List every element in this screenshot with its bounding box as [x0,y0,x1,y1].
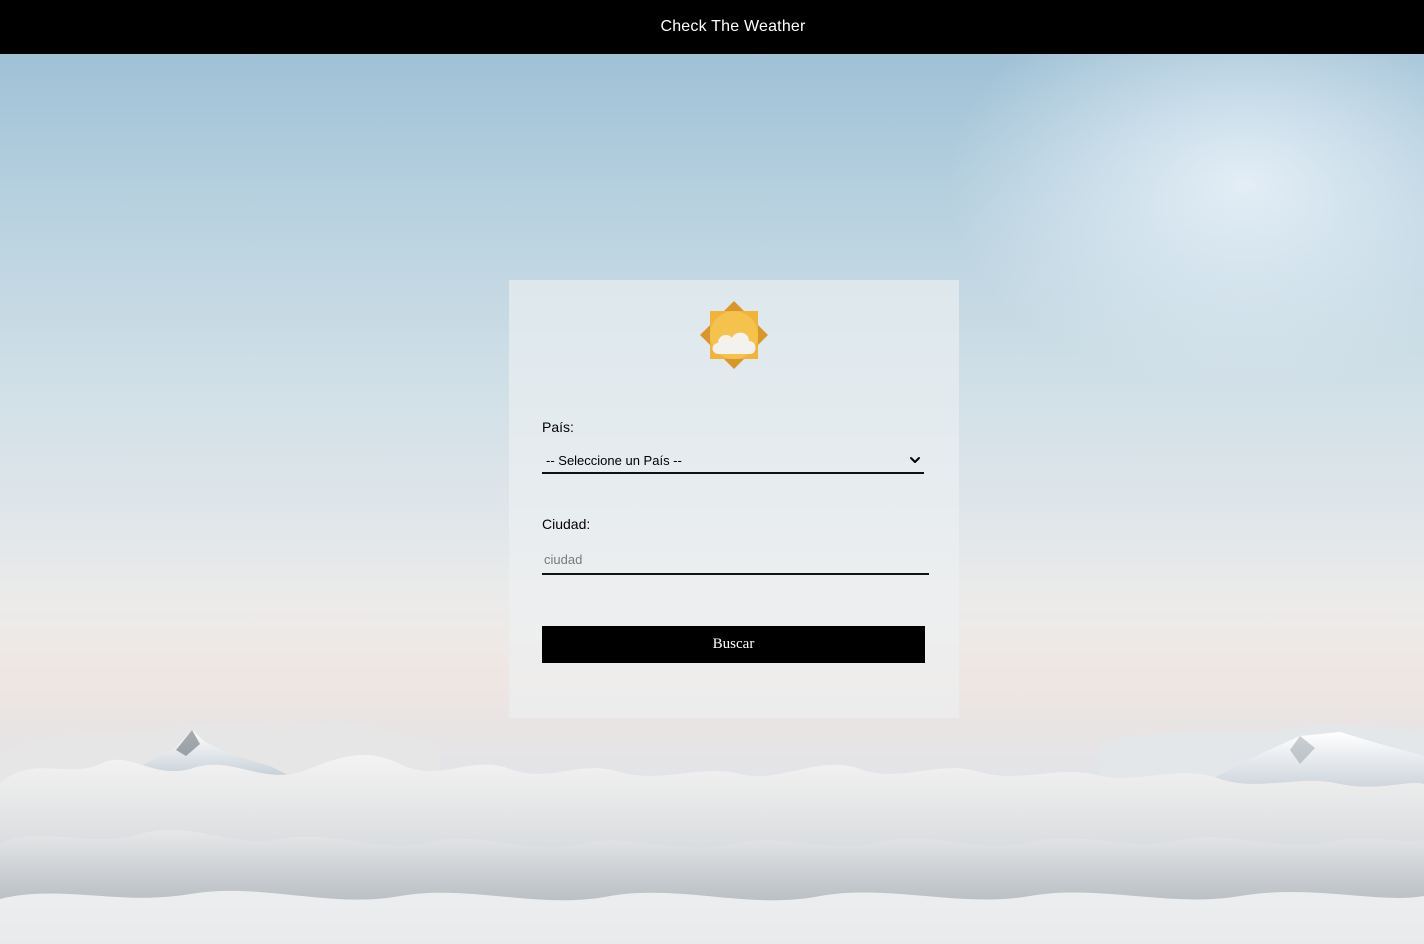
cloud-sea-illustration [0,721,1424,944]
search-button[interactable]: Buscar [542,626,925,663]
country-select-value: -- Seleccione un País -- [546,452,682,468]
country-label: País: [542,419,574,435]
sun-cloud-icon [700,301,768,369]
chevron-down-icon [910,457,920,463]
country-select[interactable]: -- Seleccione un País -- [542,448,924,474]
top-navbar: Check The Weather [0,0,1424,54]
sky-glow [944,54,1424,394]
app-title: Check The Weather [660,18,806,35]
search-card: País: -- Seleccione un País -- Ciudad: B… [509,280,959,718]
city-input[interactable] [542,545,929,575]
city-label: Ciudad: [542,516,591,532]
